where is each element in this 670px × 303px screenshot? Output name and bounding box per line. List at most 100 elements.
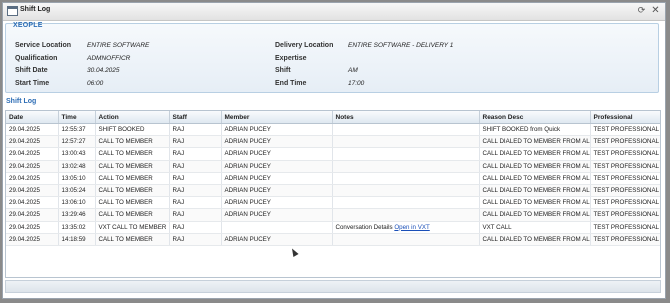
- cell-staff: RAJ: [169, 123, 222, 137]
- shift-log-section-title: Shift Log: [6, 98, 37, 105]
- cell-notes: Conversation Details Open in VXT: [332, 221, 480, 234]
- table-row[interactable]: 29.04.2025 13:06:10 CALL TO MEMBER RAJ A…: [6, 196, 660, 210]
- cell-action: CALL TO MEMBER: [95, 160, 170, 173]
- table-header-row: Date Time Action Staff Member Notes Reas…: [6, 111, 660, 124]
- table-row[interactable]: 29.04.2025 13:02:48 CALL TO MEMBER RAJ A…: [6, 160, 660, 173]
- cell-action: CALL TO MEMBER: [95, 135, 170, 149]
- service-location-value: ENTIRE SOFTWARE: [87, 42, 150, 49]
- cell-staff: RAJ: [169, 233, 222, 246]
- cell-professional: TEST PROFESSIONAL: [590, 147, 660, 161]
- cell-action: CALL TO MEMBER: [95, 184, 170, 198]
- cell-time: 13:35:02: [58, 221, 96, 234]
- cell-action: CALL TO MEMBER: [95, 208, 170, 222]
- cell-date: 29.04.2025: [6, 160, 59, 173]
- cell-notes: [332, 135, 480, 149]
- cell-time: 12:55:37: [58, 123, 96, 137]
- cell-member: ADRIAN PUCEY: [221, 147, 333, 161]
- cell-member: ADRIAN PUCEY: [221, 172, 333, 185]
- cell-professional: TEST PROFESSIONAL: [590, 233, 660, 246]
- table-row[interactable]: 29.04.2025 13:35:02 VXT CALL TO MEMBER R…: [6, 221, 660, 234]
- cell-notes: [332, 196, 480, 210]
- cell-reason: CALL DIALED TO MEMBER FROM ALLO: [479, 135, 591, 149]
- cell-action: CALL TO MEMBER: [95, 147, 170, 161]
- qualification-label: Qualification: [15, 55, 58, 62]
- cell-professional: TEST PROFESSIONAL: [590, 184, 660, 198]
- cell-time: 13:29:46: [58, 208, 96, 222]
- table-row[interactable]: 29.04.2025 13:29:46 CALL TO MEMBER RAJ A…: [6, 208, 660, 222]
- cell-staff: RAJ: [169, 147, 222, 161]
- column-header-staff[interactable]: Staff: [169, 111, 222, 124]
- cell-notes: [332, 208, 480, 222]
- cell-professional: TEST PROFESSIONAL: [590, 196, 660, 210]
- cell-date: 29.04.2025: [6, 208, 59, 222]
- column-header-time[interactable]: Time: [58, 111, 96, 124]
- cell-reason: CALL DIALED TO MEMBER FROM ALLO: [479, 184, 591, 198]
- table-row[interactable]: 29.04.2025 13:05:10 CALL TO MEMBER RAJ A…: [6, 172, 660, 185]
- cell-notes: [332, 160, 480, 173]
- refresh-icon[interactable]: ⟳: [636, 5, 647, 16]
- cell-time: 14:18:59: [58, 233, 96, 246]
- shift-date-value: 30.04.2025: [87, 67, 120, 74]
- column-header-action[interactable]: Action: [95, 111, 170, 124]
- cell-notes: [332, 233, 480, 246]
- cell-reason: CALL DIALED TO MEMBER FROM ALLO: [479, 172, 591, 185]
- column-header-member[interactable]: Member: [221, 111, 333, 124]
- cell-action: VXT CALL TO MEMBER: [95, 221, 170, 234]
- cell-time: 12:57:27: [58, 135, 96, 149]
- cell-date: 29.04.2025: [6, 196, 59, 210]
- cell-staff: RAJ: [169, 208, 222, 222]
- shift-info-panel: XEOPLE Service Location ENTIRE SOFTWARE …: [5, 22, 659, 93]
- shift-value: AM: [348, 67, 358, 74]
- start-time-label: Start Time: [15, 80, 50, 87]
- cell-staff: RAJ: [169, 172, 222, 185]
- table-row[interactable]: 29.04.2025 12:57:27 CALL TO MEMBER RAJ A…: [6, 135, 660, 149]
- cell-reason: SHIFT BOOKED from Quick: [479, 123, 591, 137]
- end-time-value: 17:00: [348, 80, 365, 87]
- end-time-label: End Time: [275, 80, 307, 87]
- cell-professional: TEST PROFESSIONAL: [590, 172, 660, 185]
- cell-time: 13:05:10: [58, 172, 96, 185]
- cell-professional: TEST PROFESSIONAL: [590, 221, 660, 234]
- expertise-label: Expertise: [275, 55, 307, 62]
- grid-footer-bar: [5, 280, 661, 293]
- column-header-notes[interactable]: Notes: [332, 111, 480, 124]
- service-location-label: Service Location: [15, 42, 72, 49]
- delivery-location-label: Delivery Location: [275, 42, 334, 49]
- table-row[interactable]: 29.04.2025 13:05:24 CALL TO MEMBER RAJ A…: [6, 184, 660, 198]
- column-header-date[interactable]: Date: [6, 111, 59, 124]
- cell-date: 29.04.2025: [6, 123, 59, 137]
- column-header-professional[interactable]: Professional: [590, 111, 660, 124]
- cell-staff: RAJ: [169, 160, 222, 173]
- panel-legend: XEOPLE: [13, 22, 43, 29]
- column-header-reason-desc[interactable]: Reason Desc: [479, 111, 591, 124]
- cell-staff: RAJ: [169, 196, 222, 210]
- cell-reason: VXT CALL: [479, 221, 591, 234]
- table-row[interactable]: 29.04.2025 14:18:59 CALL TO MEMBER RAJ A…: [6, 233, 660, 246]
- cell-professional: TEST PROFESSIONAL: [590, 160, 660, 173]
- cell-action: CALL TO MEMBER: [95, 233, 170, 246]
- cell-time: 13:02:48: [58, 160, 96, 173]
- cell-professional: TEST PROFESSIONAL: [590, 135, 660, 149]
- cell-reason: CALL DIALED TO MEMBER FROM ALLO: [479, 208, 591, 222]
- cell-member: ADRIAN PUCEY: [221, 184, 333, 198]
- window-icon: [7, 6, 18, 16]
- close-icon[interactable]: ✕: [650, 5, 661, 16]
- cell-member: ADRIAN PUCEY: [221, 135, 333, 149]
- shift-log-grid: Date Time Action Staff Member Notes Reas…: [5, 110, 661, 278]
- cell-staff: RAJ: [169, 184, 222, 198]
- start-time-value: 06:00: [87, 80, 104, 87]
- cell-reason: CALL DIALED TO MEMBER FROM ALLO: [479, 160, 591, 173]
- cell-time: 13:00:43: [58, 147, 96, 161]
- cell-date: 29.04.2025: [6, 147, 59, 161]
- cell-reason: CALL DIALED TO MEMBER FROM ALLO: [479, 196, 591, 210]
- cell-staff: RAJ: [169, 135, 222, 149]
- cell-action: SHIFT BOOKED: [95, 123, 170, 137]
- cell-date: 29.04.2025: [6, 135, 59, 149]
- table-row[interactable]: 29.04.2025 12:55:37 SHIFT BOOKED RAJ ADR…: [6, 123, 660, 137]
- table-row[interactable]: 29.04.2025 13:00:43 CALL TO MEMBER RAJ A…: [6, 147, 660, 161]
- cell-time: 13:05:24: [58, 184, 96, 198]
- cell-member: ADRIAN PUCEY: [221, 160, 333, 173]
- open-in-vxt-link[interactable]: Open in VXT: [394, 224, 429, 231]
- conversation-details-text: Conversation Details: [335, 223, 393, 231]
- qualification-value: ADMNOFFICR: [87, 55, 131, 62]
